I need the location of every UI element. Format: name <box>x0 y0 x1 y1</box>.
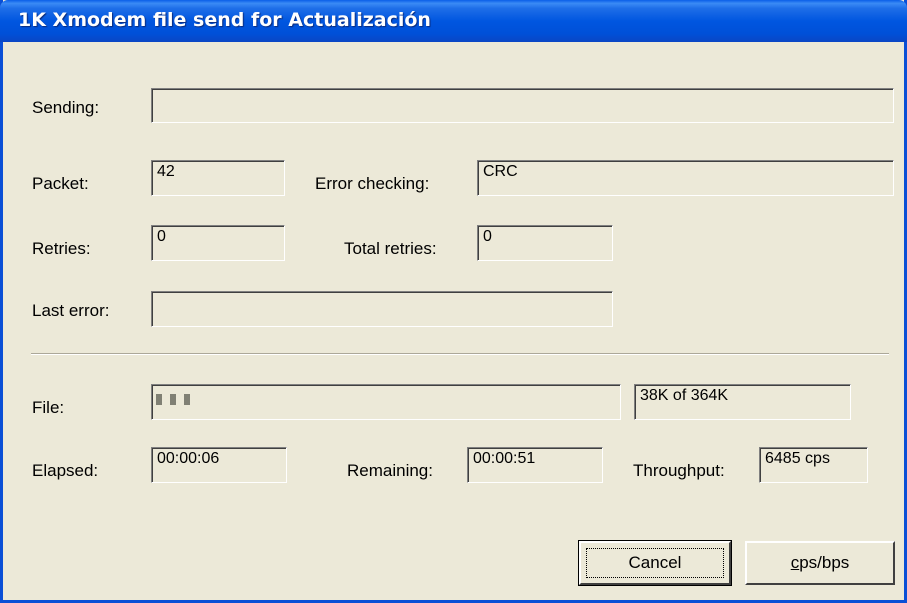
sending-field <box>151 88 894 123</box>
packet-field: 42 <box>151 160 285 196</box>
throughput-label: Throughput: <box>633 461 725 480</box>
file-size-field: 38K of 364K <box>634 384 851 420</box>
error-checking-field: CRC <box>477 160 894 196</box>
sending-label: Sending: <box>32 98 100 117</box>
packet-label: Packet: <box>32 174 89 193</box>
remaining-field: 00:00:51 <box>467 447 603 483</box>
section-divider <box>31 353 889 355</box>
title-bar[interactable]: 1K Xmodem file send for Actualización <box>0 0 907 42</box>
file-progress-bar <box>151 384 621 420</box>
cps-bps-button-label: cps/bps <box>790 553 850 572</box>
file-label: File: <box>32 398 65 417</box>
progress-block <box>184 394 190 405</box>
xmodem-send-dialog: 1K Xmodem file send for Actualización Se… <box>0 0 907 603</box>
throughput-field: 6485 cps <box>759 447 868 483</box>
elapsed-label: Elapsed: <box>32 461 99 480</box>
error-checking-label: Error checking: <box>315 174 430 193</box>
remaining-label: Remaining: <box>347 461 433 480</box>
retries-label: Retries: <box>32 239 91 258</box>
total-retries-field: 0 <box>477 225 613 261</box>
total-retries-label: Total retries: <box>344 239 437 258</box>
progress-block <box>156 394 162 405</box>
window-title: 1K Xmodem file send for Actualización <box>18 9 431 31</box>
cps-bps-button[interactable]: cps/bps <box>745 541 895 585</box>
last-error-field <box>151 291 613 327</box>
elapsed-field: 00:00:06 <box>151 447 287 483</box>
last-error-label: Last error: <box>32 301 110 320</box>
cancel-button[interactable]: Cancel <box>578 540 732 586</box>
retries-field: 0 <box>151 225 285 261</box>
focus-rect <box>586 548 724 578</box>
progress-block <box>170 394 176 405</box>
